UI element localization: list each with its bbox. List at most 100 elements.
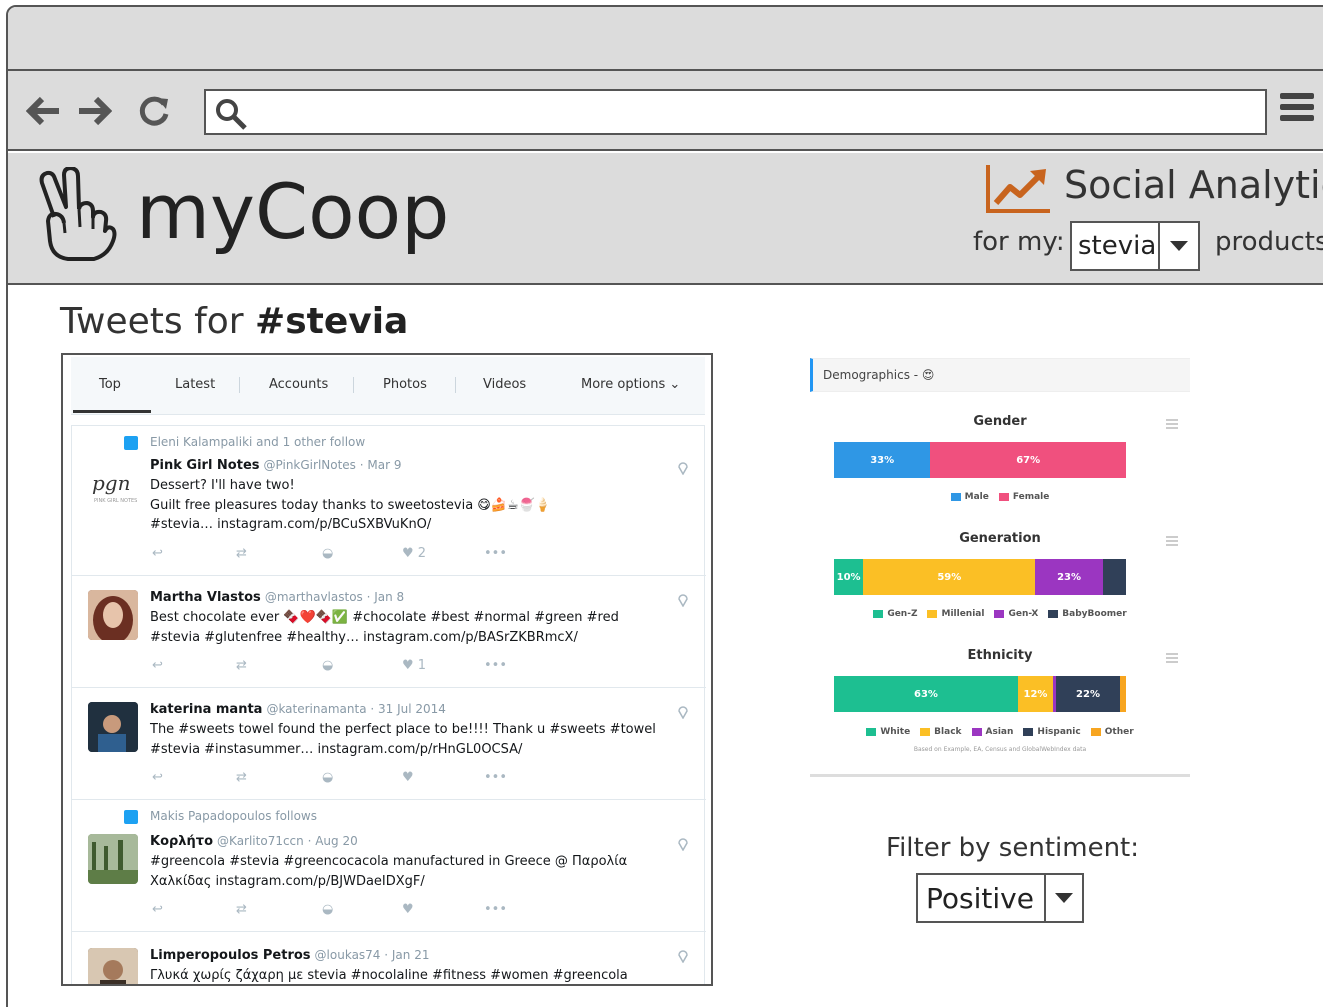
tweet-author[interactable]: katerina manta @katerinamanta · 31 Jul 20… <box>150 702 446 717</box>
more-icon[interactable]: ••• <box>484 902 507 917</box>
avatar[interactable] <box>88 702 138 752</box>
tab-latest[interactable]: Latest <box>175 377 215 392</box>
arrow-right-icon[interactable] <box>74 91 114 131</box>
legend-item-asian[interactable]: Asian <box>971 727 1013 737</box>
avatar[interactable] <box>88 590 138 640</box>
address-bar[interactable] <box>204 89 1267 135</box>
tweet-feed[interactable]: Eleni Kalampaliki and 1 other follow pgn… <box>71 425 706 984</box>
like-icon[interactable]: ♥ <box>402 770 414 785</box>
location-pin-icon <box>678 948 688 964</box>
chart-title-generation: Generation <box>959 531 1041 546</box>
tweet-handle: @loukas74 · Jan 21 <box>314 948 430 962</box>
browser-window: myCoop Social Analytics for my: stevia p… <box>6 5 1323 1007</box>
page-title-hashtag[interactable]: #stevia <box>255 301 408 342</box>
bar-segment-male[interactable]: 33% <box>834 442 931 478</box>
tweet-item[interactable]: Eleni Kalampaliki and 1 other follow pgn… <box>72 426 706 576</box>
tweet-item[interactable]: Limperopoulos Petros @loukas74 · Jan 21 Γ… <box>72 932 706 984</box>
chevron-down-icon[interactable] <box>1044 875 1082 921</box>
tweet-item[interactable]: katerina manta @katerinamanta · 31 Jul 20… <box>72 688 706 800</box>
bar-segment-female[interactable]: 67% <box>930 442 1126 478</box>
tweet-item[interactable]: Martha Vlastos @marthavlastos · Jan 8 Bes… <box>72 576 706 688</box>
chevron-down-icon[interactable] <box>1158 223 1198 269</box>
reply-icon[interactable]: ↩ <box>152 658 163 673</box>
legend-swatch <box>873 610 884 618</box>
tab-accounts[interactable]: Accounts <box>269 377 328 392</box>
like-icon[interactable]: ♥ 2 <box>402 546 426 561</box>
tweet-author[interactable]: Limperopoulos Petros @loukas74 · Jan 21 <box>150 948 429 963</box>
legend-item-male[interactable]: Male <box>950 492 989 502</box>
arrow-left-icon[interactable] <box>24 91 64 131</box>
legend-item-babyboomer[interactable]: BabyBoomer <box>1048 609 1127 619</box>
bar-segment-gen-x[interactable]: 23% <box>1035 559 1103 595</box>
more-icon[interactable]: ••• <box>484 770 507 785</box>
message-icon[interactable]: ◒ <box>322 902 333 917</box>
legend-swatch <box>971 728 982 736</box>
bar-segment-black[interactable]: 12% <box>1017 676 1053 712</box>
tweet-author[interactable]: Pink Girl Notes @PinkGirlNotes · Mar 9 <box>150 458 401 473</box>
tweet-text-link[interactable]: Χαλκίδας instagram.com/p/BJWDaeIDXgF/ <box>150 874 425 889</box>
retweet-icon[interactable]: ⇄ <box>236 770 247 785</box>
tweet-author[interactable]: Martha Vlastos @marthavlastos · Jan 8 <box>150 590 404 605</box>
demographics-title: Demographics - 😍 <box>823 368 935 382</box>
tweet-handle: @katerinamanta · 31 Jul 2014 <box>266 702 446 716</box>
tweet-author[interactable]: Κορλήτο @Karlito71ccn · Aug 20 <box>150 834 358 849</box>
avatar[interactable]: pgn PINK GIRL NOTES <box>88 460 138 510</box>
legend-item-millenial[interactable]: Millenial <box>927 609 984 619</box>
like-icon[interactable]: ♥ <box>402 902 414 917</box>
url-input[interactable] <box>250 95 1250 129</box>
legend-label: Gen-X <box>1008 609 1039 619</box>
tweet-text-link[interactable]: #stevia… instagram.com/p/BCuSXBVuKnO/ <box>150 517 431 532</box>
chevron-down-icon: ⌄ <box>669 377 681 392</box>
legend-label: Other <box>1104 727 1134 737</box>
avatar[interactable] <box>88 948 138 984</box>
legend-item-black[interactable]: Black <box>920 727 962 737</box>
chart-menu-icon[interactable] <box>1166 536 1178 546</box>
legend-item-gen-x[interactable]: Gen-X <box>994 609 1038 619</box>
bar-segment-babyboomer[interactable] <box>1102 559 1126 595</box>
reply-icon[interactable]: ↩ <box>152 902 163 917</box>
tab-more-options[interactable]: More options ⌄ <box>581 377 680 392</box>
legend-item-gen-z[interactable]: Gen-Z <box>873 609 917 619</box>
sentiment-select-value: Positive <box>926 882 1034 915</box>
browser-titlebar <box>8 7 1323 71</box>
more-icon[interactable]: ••• <box>484 658 507 673</box>
bar-segment-millenial[interactable]: 59% <box>863 559 1036 595</box>
sentiment-select[interactable]: Positive <box>916 873 1084 923</box>
tweet-actions: ↩ ⇄ ◒ ♥ 2 ••• <box>152 546 532 564</box>
tweet-text: Best chocolate ever 🍫❤️🍫✅ #chocolate #be… <box>150 610 619 625</box>
browser-toolbar <box>8 71 1323 151</box>
bar-segment-gen-z[interactable]: 10% <box>834 559 864 595</box>
message-icon[interactable]: ◒ <box>322 658 333 673</box>
legend-item-other[interactable]: Other <box>1090 727 1134 737</box>
reply-icon[interactable]: ↩ <box>152 770 163 785</box>
tab-videos[interactable]: Videos <box>483 377 526 392</box>
legend-item-white[interactable]: White <box>866 727 910 737</box>
legend-item-female[interactable]: Female <box>998 492 1049 502</box>
reply-icon[interactable]: ↩ <box>152 546 163 561</box>
svg-text:PINK GIRL NOTES: PINK GIRL NOTES <box>94 498 137 504</box>
reload-icon[interactable] <box>134 91 174 131</box>
hamburger-menu-icon[interactable] <box>1280 93 1320 133</box>
retweet-icon[interactable]: ⇄ <box>236 658 247 673</box>
brand-name[interactable]: myCoop <box>136 167 449 257</box>
chart-menu-icon[interactable] <box>1166 419 1178 429</box>
message-icon[interactable]: ◒ <box>322 770 333 785</box>
like-icon[interactable]: ♥ 1 <box>402 658 426 673</box>
tweet-text-link[interactable]: #stevia #instasummer… instagram.com/p/rH… <box>150 742 522 757</box>
more-icon[interactable]: ••• <box>484 546 507 561</box>
message-icon[interactable]: ◒ <box>322 546 333 561</box>
product-select[interactable]: stevia <box>1070 221 1200 271</box>
tweet-text-link[interactable]: #stevia #glutenfree #healthy… instagram.… <box>150 630 578 645</box>
tweet-item[interactable]: Makis Papadopoulos follows Κορλήτο @Karli… <box>72 800 706 932</box>
retweet-icon[interactable]: ⇄ <box>236 902 247 917</box>
bar-segment-white[interactable]: 63% <box>834 676 1018 712</box>
retweet-icon[interactable]: ⇄ <box>236 546 247 561</box>
avatar[interactable] <box>88 834 138 884</box>
legend-label: Male <box>964 492 989 502</box>
legend-item-hispanic[interactable]: Hispanic <box>1023 727 1081 737</box>
tab-photos[interactable]: Photos <box>383 377 427 392</box>
bar-segment-other[interactable] <box>1120 676 1126 712</box>
chart-menu-icon[interactable] <box>1166 653 1178 663</box>
tab-top[interactable]: Top <box>99 377 121 392</box>
bar-segment-hispanic[interactable]: 22% <box>1055 676 1121 712</box>
